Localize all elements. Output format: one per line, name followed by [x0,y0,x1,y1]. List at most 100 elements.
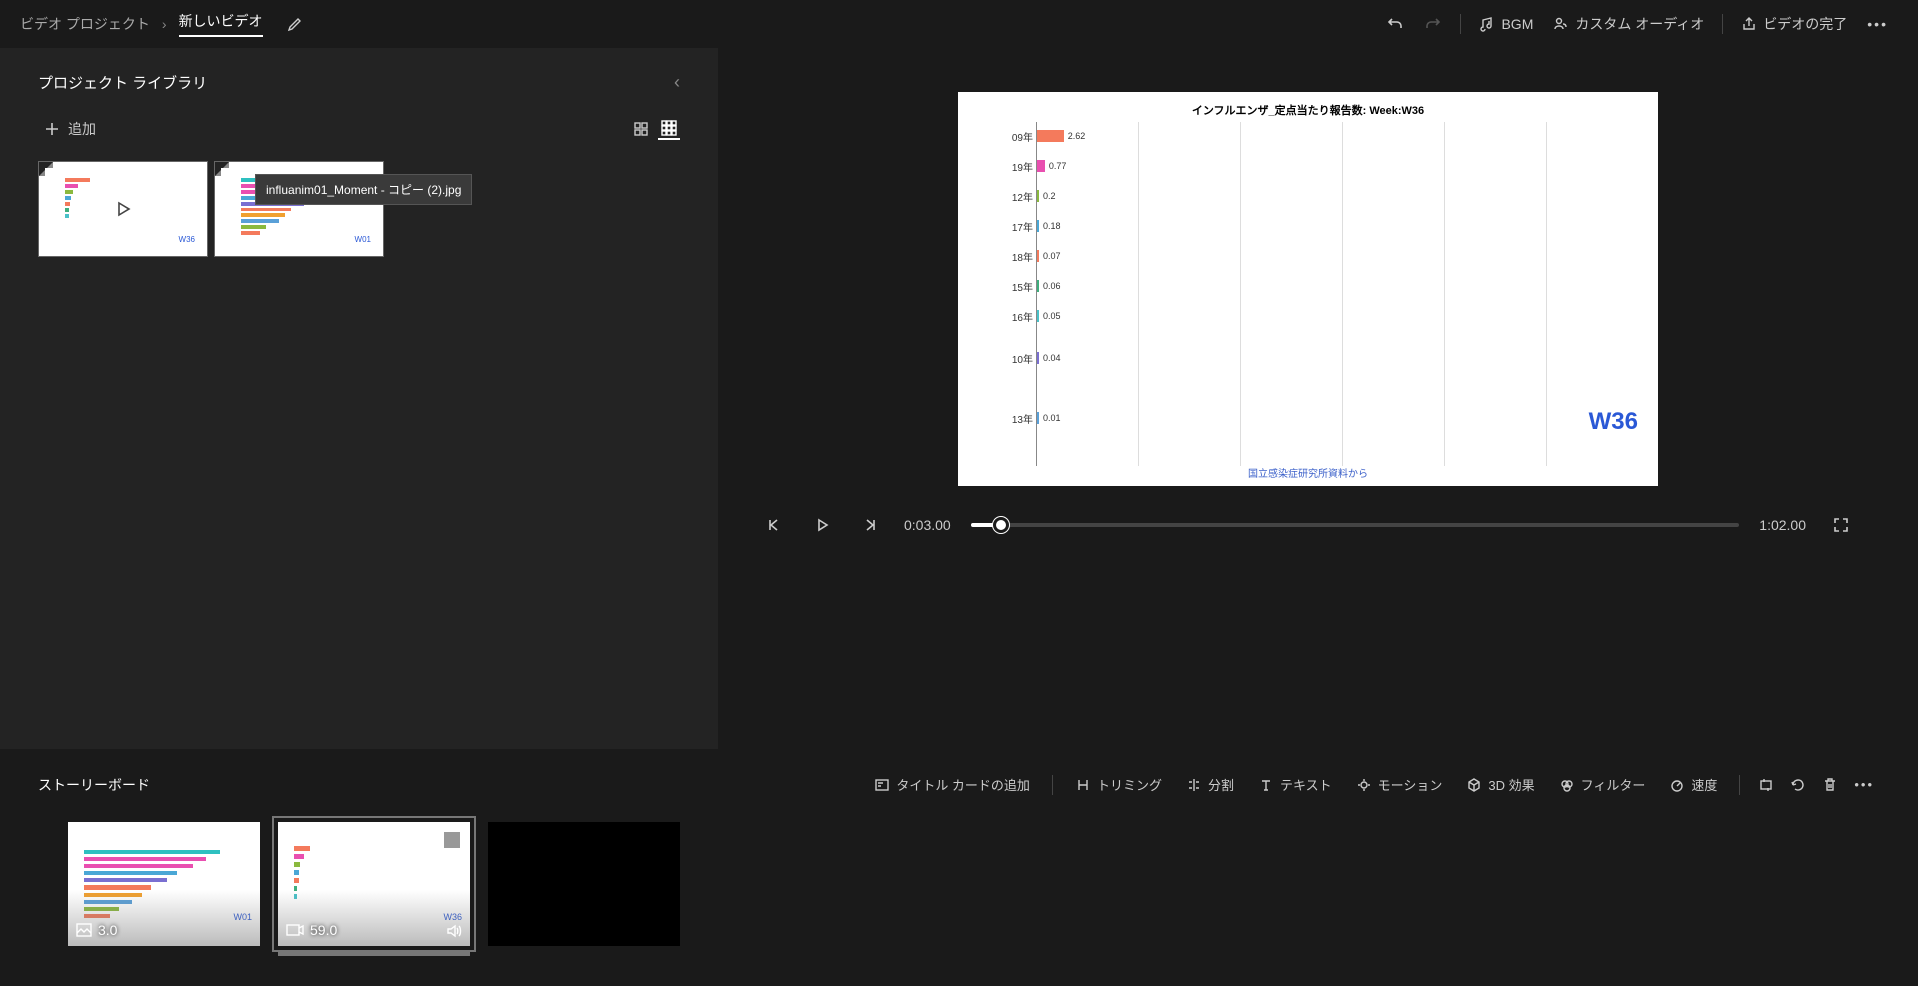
storyboard-more-button[interactable]: ••• [1848,771,1880,798]
filename-tooltip: influanim01_Moment - コピー (2).jpg [255,174,472,205]
3d-effects-button[interactable]: 3D 効果 [1456,769,1544,800]
timeline-scrubber[interactable] [971,523,1740,527]
storyboard-clip[interactable]: W36 59.0 [278,822,470,946]
audio-icon [446,924,462,938]
clip-marker [444,832,460,848]
storyboard-clip[interactable]: W01 3.0 [68,822,260,946]
bgm-button[interactable]: BGM [1469,10,1543,38]
fullscreen-button[interactable] [1826,510,1856,540]
split-icon [1186,777,1202,793]
rename-button[interactable] [277,10,313,38]
library-item-image[interactable]: W01 influanim01_Moment - コピー (2).jpg [214,161,384,257]
week-annotation: W36 [1589,408,1638,436]
chart-bar-row: 15年0.06 [1037,280,1061,292]
chart-bar-row: 18年0.07 [1037,250,1061,262]
clip-duration: 3.0 [98,922,117,938]
chart-bar-row: 19年0.77 [1037,160,1066,172]
bar-category-label: 16年 [999,309,1033,324]
redo-icon [1424,15,1442,33]
filter-icon [1559,777,1575,793]
bar-category-label: 09年 [999,129,1033,144]
play-icon [113,199,133,219]
storyboard-title: ストーリーボード [38,775,150,795]
plus-icon [44,121,60,137]
ellipsis-icon: ••• [1867,16,1888,32]
trim-button[interactable]: トリミング [1065,769,1172,800]
play-icon [814,517,830,533]
bar-rect [1037,130,1064,142]
next-frame-button[interactable] [856,511,884,539]
card-icon [874,777,890,793]
chart-bar-row: 16年0.05 [1037,310,1061,322]
chart-bar-row: 13年0.01 [1037,412,1061,424]
redo-button[interactable] [1414,9,1452,39]
bar-category-label: 15年 [999,279,1033,294]
chart-bar-row: 17年0.18 [1037,220,1061,232]
trash-icon [1822,777,1838,793]
speed-icon [1669,777,1685,793]
add-title-card-button[interactable]: タイトル カードの追加 [864,769,1040,800]
chart-title: インフルエンザ_定点当たり報告数: Week:W36 [958,102,1658,118]
speed-button[interactable]: 速度 [1659,769,1727,800]
text-button[interactable]: テキスト [1248,769,1342,800]
bar-rect [1037,280,1039,292]
collapse-library-icon[interactable]: ‹ [674,72,680,93]
fullscreen-icon [1832,516,1850,534]
bar-category-label: 19年 [999,159,1033,174]
undo-button[interactable] [1376,9,1414,39]
video-icon [286,923,304,937]
bar-category-label: 13年 [999,411,1033,426]
preview-canvas: インフルエンザ_定点当たり報告数: Week:W36 09年2.62 19年0.7… [958,92,1658,486]
breadcrumb-current[interactable]: 新しいビデオ [179,11,263,37]
rotate-icon [1790,777,1806,793]
bar-rect [1037,190,1039,202]
finish-video-button[interactable]: ビデオの完了 [1731,8,1857,40]
chart-source: 国立感染症研究所資料から [958,465,1658,480]
bar-rect [1037,160,1045,172]
rotate-button[interactable] [1784,771,1812,799]
bar-category-label: 18年 [999,249,1033,264]
ellipsis-icon: ••• [1854,777,1874,792]
grid-large-icon [633,121,649,137]
text-icon [1258,777,1274,793]
scrubber-handle[interactable] [993,517,1009,533]
storyboard-clip-empty[interactable] [488,822,680,946]
clip-duration: 59.0 [310,922,337,938]
bar-value-label: 0.2 [1043,191,1056,201]
grid-small-icon [661,120,677,136]
motion-button[interactable]: モーション [1346,769,1453,800]
chart-bar-row: 09年2.62 [1037,130,1085,142]
view-large-grid-button[interactable] [630,118,652,140]
export-icon [1741,16,1757,32]
custom-audio-button[interactable]: カスタム オーディオ [1543,8,1714,40]
project-library-panel: プロジェクト ライブラリ ‹ 追加 [0,48,718,749]
split-button[interactable]: 分割 [1176,769,1244,800]
view-small-grid-button[interactable] [658,118,680,140]
bar-category-label: 12年 [999,189,1033,204]
breadcrumb-root[interactable]: ビデオ プロジェクト [20,14,150,34]
library-item-video[interactable]: W36 [38,161,208,257]
delete-button[interactable] [1816,771,1844,799]
current-time: 0:03.00 [904,517,951,533]
bar-value-label: 0.07 [1043,251,1061,261]
breadcrumb: ビデオ プロジェクト › 新しいビデオ [20,11,263,37]
cube-icon [1466,777,1482,793]
bar-rect [1037,310,1039,322]
play-button[interactable] [808,511,836,539]
step-back-icon [766,517,782,533]
filter-button[interactable]: フィルター [1549,769,1656,800]
storyboard-panel: ストーリーボード タイトル カードの追加 トリミング 分割 テキスト [0,749,1918,986]
more-button[interactable]: ••• [1857,10,1898,38]
bar-rect [1037,352,1039,364]
motion-icon [1356,777,1372,793]
add-media-button[interactable]: 追加 [38,113,102,145]
trim-icon [1075,777,1091,793]
image-icon [76,923,92,937]
bar-category-label: 17年 [999,219,1033,234]
prev-frame-button[interactable] [760,511,788,539]
mic-icon [1553,16,1569,32]
library-title: プロジェクト ライブラリ [38,72,207,93]
bar-value-label: 0.01 [1043,413,1061,423]
chevron-right-icon: › [162,16,167,32]
crop-button[interactable] [1752,771,1780,799]
